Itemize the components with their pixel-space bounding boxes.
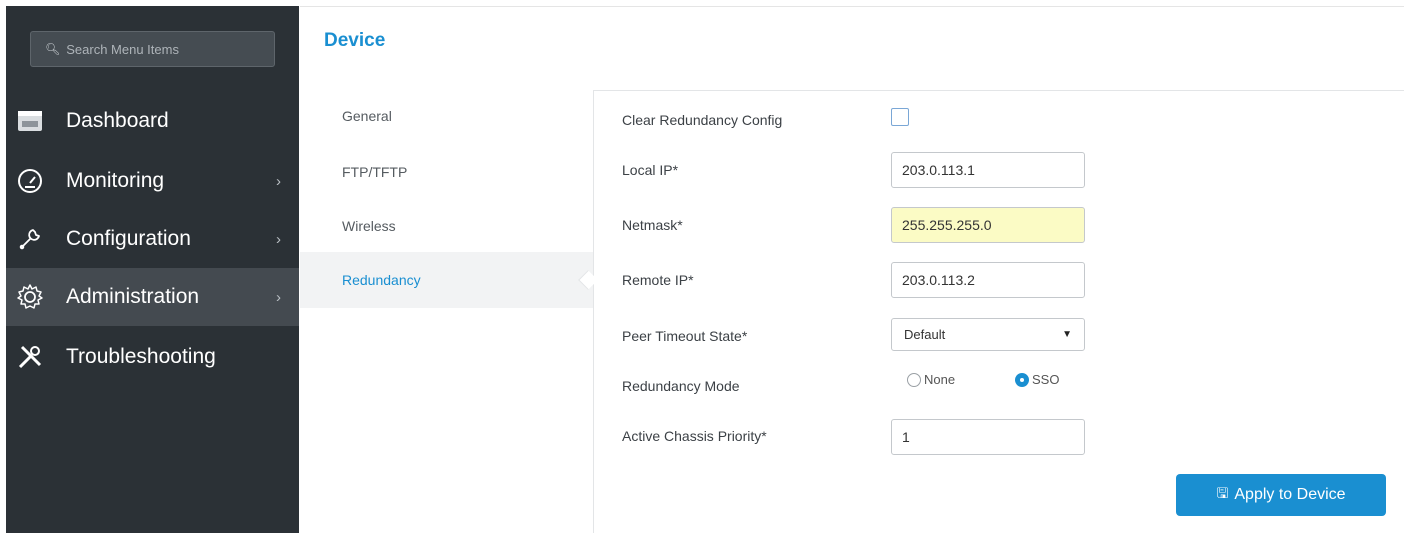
panel-border xyxy=(593,90,1404,91)
clear-config-checkbox[interactable] xyxy=(891,108,909,126)
dashboard-icon xyxy=(16,107,44,135)
search-placeholder: Search Menu Items xyxy=(66,41,179,57)
tab-general[interactable]: General xyxy=(342,108,392,124)
tab-redundancy[interactable]: Redundancy xyxy=(342,272,421,288)
netmask-input[interactable]: 255.255.255.0 xyxy=(891,207,1085,243)
top-divider xyxy=(300,6,1404,7)
gauge-icon xyxy=(16,167,44,195)
radio-sso[interactable]: SSO xyxy=(1015,372,1059,387)
peer-timeout-label: Peer Timeout State* xyxy=(622,328,748,344)
apply-button-label: Apply to Device xyxy=(1234,486,1346,503)
sidebar-item-dashboard[interactable]: Dashboard xyxy=(6,92,299,150)
local-ip-input[interactable]: 203.0.113.1 xyxy=(891,152,1085,188)
search-icon: 🔍︎ xyxy=(45,42,61,56)
remote-ip-label: Remote IP* xyxy=(622,272,694,288)
tab-ftp-tftp[interactable]: FTP/TFTP xyxy=(342,164,407,180)
local-ip-label: Local IP* xyxy=(622,162,679,178)
tools-icon xyxy=(16,343,44,371)
save-icon: 🖫︎ xyxy=(1216,485,1229,501)
gear-icon xyxy=(16,283,44,311)
redundancy-mode-label: Redundancy Mode xyxy=(622,378,740,394)
caret-down-icon: ▼ xyxy=(1062,329,1072,340)
radio-none[interactable]: None xyxy=(907,372,955,387)
wrench-icon xyxy=(16,225,44,253)
chevron-right-icon: › xyxy=(276,288,281,306)
tab-wireless[interactable]: Wireless xyxy=(342,218,396,234)
clear-config-label: Clear Redundancy Config xyxy=(622,112,783,128)
apply-to-device-button[interactable]: 🖫︎ Apply to Device xyxy=(1176,474,1386,516)
sidebar-item-monitoring[interactable]: Monitoring › xyxy=(6,152,299,210)
radio-label: None xyxy=(924,372,956,387)
active-chassis-priority-input[interactable]: 1 xyxy=(891,419,1085,455)
sidebar-item-troubleshooting[interactable]: Troubleshooting xyxy=(6,328,299,386)
sidebar-item-label: Troubleshooting xyxy=(66,345,216,368)
sidebar-item-label: Configuration xyxy=(66,227,191,250)
sidebar-item-configuration[interactable]: Configuration › xyxy=(6,210,299,268)
peer-timeout-select[interactable]: Default ▼ xyxy=(891,318,1085,351)
chevron-right-icon: › xyxy=(276,230,281,248)
sidebar: 🔍︎ Search Menu Items Dashboard Monitorin… xyxy=(6,6,299,533)
radio-label: SSO xyxy=(1032,372,1060,387)
page-title: Device xyxy=(324,30,386,51)
radio-circle xyxy=(1015,372,1029,387)
netmask-label: Netmask* xyxy=(622,217,683,233)
chevron-right-icon: › xyxy=(276,172,281,190)
radio-circle xyxy=(907,372,921,387)
active-chassis-priority-label: Active Chassis Priority* xyxy=(622,428,767,444)
sidebar-item-administration[interactable]: Administration › xyxy=(6,268,299,326)
peer-timeout-value: Default xyxy=(904,327,946,342)
sidebar-item-label: Monitoring xyxy=(66,169,165,192)
sidebar-item-label: Administration xyxy=(66,285,200,308)
panel-border xyxy=(593,90,594,533)
sidebar-item-label: Dashboard xyxy=(66,109,169,132)
remote-ip-input[interactable]: 203.0.113.2 xyxy=(891,262,1085,298)
search-input[interactable]: 🔍︎ Search Menu Items xyxy=(30,31,275,67)
